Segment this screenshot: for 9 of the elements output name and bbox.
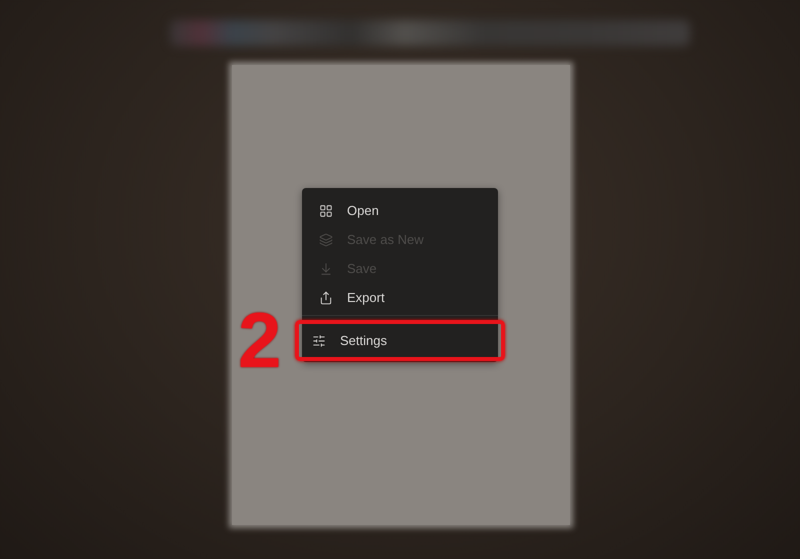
sliders-icon	[312, 334, 326, 348]
share-icon	[319, 290, 333, 304]
layers-icon	[319, 232, 333, 246]
download-icon	[319, 262, 333, 276]
menu-item[interactable]: Open	[302, 196, 498, 225]
menu-item[interactable]: Settings	[295, 320, 505, 361]
grid-icon	[319, 204, 333, 218]
step-number: 2	[238, 301, 282, 379]
menu-item[interactable]: Export	[302, 283, 498, 312]
